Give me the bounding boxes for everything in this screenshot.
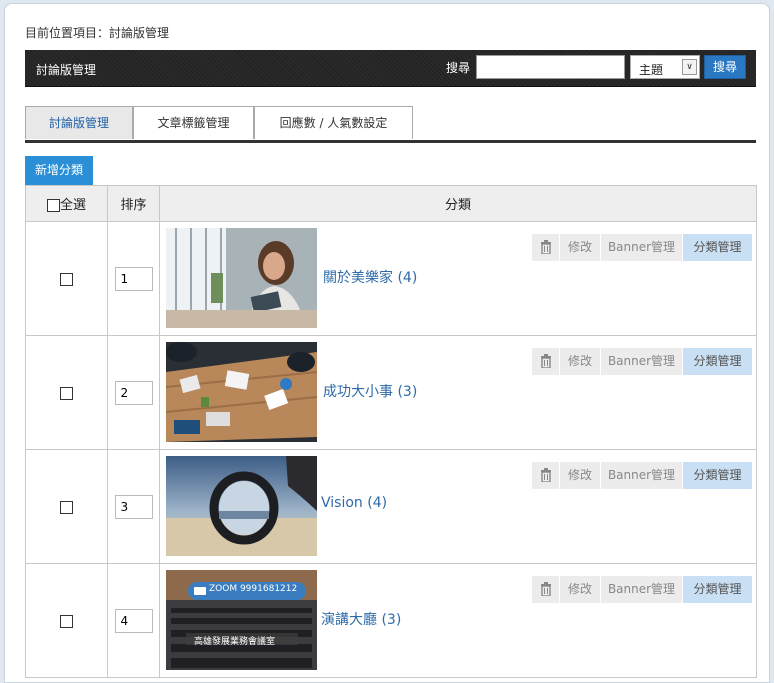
category-name-link[interactable]: Vision (4) — [321, 495, 387, 511]
category-header: 分類 — [159, 185, 757, 222]
category-image — [166, 342, 317, 442]
category-image — [166, 228, 317, 328]
edit-button[interactable]: 修改 — [560, 576, 601, 603]
category-manage-button[interactable]: 分類管理 — [683, 348, 752, 375]
category-name-link[interactable]: 演講大廳 (3) — [321, 609, 401, 629]
add-category-button[interactable]: 新增分類 — [25, 156, 93, 185]
row-checkbox[interactable] — [60, 273, 73, 286]
category-manage-button[interactable]: 分類管理 — [683, 462, 752, 489]
row-actions: 修改 Banner管理 分類管理 — [532, 462, 752, 489]
order-input[interactable] — [114, 494, 153, 519]
table-row: ZOOM 9991681212 高雄發展業務會議室 演講大廳 (3) 修改 Ba… — [25, 563, 757, 678]
row-actions: 修改 Banner管理 分類管理 — [532, 348, 752, 375]
edit-button[interactable]: 修改 — [560, 234, 601, 261]
zoom-overlay-text: ZOOM 9991681212 — [209, 584, 298, 594]
select-all-label: 全選 — [59, 198, 86, 213]
order-header: 排序 — [107, 185, 160, 222]
table-header-row: 全選 排序 分類 — [25, 185, 757, 222]
select-all-header[interactable]: 全選 — [25, 185, 108, 222]
banner-manage-button[interactable]: Banner管理 — [601, 576, 683, 603]
tab-tag-manage[interactable]: 文章標籤管理 — [133, 106, 254, 139]
order-input[interactable] — [114, 608, 153, 633]
trash-icon[interactable] — [532, 462, 560, 489]
select-all-checkbox[interactable] — [46, 199, 60, 212]
search-field-select[interactable]: 主題 ∨ — [630, 55, 700, 79]
trash-icon[interactable] — [532, 348, 560, 375]
category-manage-button[interactable]: 分類管理 — [683, 576, 752, 603]
tab-reply-settings[interactable]: 回應數 / 人氣數設定 — [254, 106, 413, 139]
banner-manage-button[interactable]: Banner管理 — [601, 234, 683, 261]
page-title: 討論版管理 — [36, 63, 97, 77]
table-row: 關於美樂家 (4) 修改 Banner管理 分類管理 — [25, 221, 757, 336]
row-checkbox[interactable] — [60, 387, 73, 400]
category-name-link[interactable]: 成功大小事 (3) — [323, 381, 417, 401]
category-manage-button[interactable]: 分類管理 — [683, 234, 752, 261]
banner-manage-button[interactable]: Banner管理 — [601, 462, 683, 489]
trash-icon[interactable] — [532, 234, 560, 261]
category-image: ZOOM 9991681212 高雄發展業務會議室 — [166, 570, 317, 670]
search-button[interactable]: 搜尋 — [704, 55, 746, 79]
category-image — [166, 456, 317, 556]
search-label: 搜尋 — [446, 61, 471, 75]
search-input[interactable] — [476, 55, 625, 79]
image-caption-text: 高雄發展業務會議室 — [194, 637, 276, 647]
category-table: 全選 排序 分類 1 關於美樂家 (4) 修改 Banner管理 分類管理 2 … — [25, 185, 757, 678]
table-row: Vision (4) 修改 Banner管理 分類管理 — [25, 449, 757, 564]
order-input[interactable] — [114, 266, 153, 291]
row-actions: 修改 Banner管理 分類管理 — [532, 234, 752, 261]
tab-bar: 討論版管理 文章標籤管理 回應數 / 人氣數設定 — [25, 106, 756, 143]
table-row: 成功大小事 (3) 修改 Banner管理 分類管理 — [25, 335, 757, 450]
edit-button[interactable]: 修改 — [560, 348, 601, 375]
tab-forum-manage[interactable]: 討論版管理 — [25, 106, 133, 139]
search-select-value: 主題 — [639, 63, 664, 77]
row-checkbox[interactable] — [60, 501, 73, 514]
row-checkbox[interactable] — [60, 615, 73, 628]
breadcrumb: 目前位置項目：討論版管理 — [25, 26, 170, 40]
category-name-link[interactable]: 關於美樂家 (4) — [323, 267, 417, 287]
chevron-down-icon[interactable]: ∨ — [682, 59, 697, 75]
edit-button[interactable]: 修改 — [560, 462, 601, 489]
title-bar: 討論版管理 搜尋 主題 ∨ 搜尋 — [25, 50, 756, 87]
trash-icon[interactable] — [532, 576, 560, 603]
banner-manage-button[interactable]: Banner管理 — [601, 348, 683, 375]
order-input[interactable] — [114, 380, 153, 405]
row-actions: 修改 Banner管理 分類管理 — [532, 576, 752, 603]
